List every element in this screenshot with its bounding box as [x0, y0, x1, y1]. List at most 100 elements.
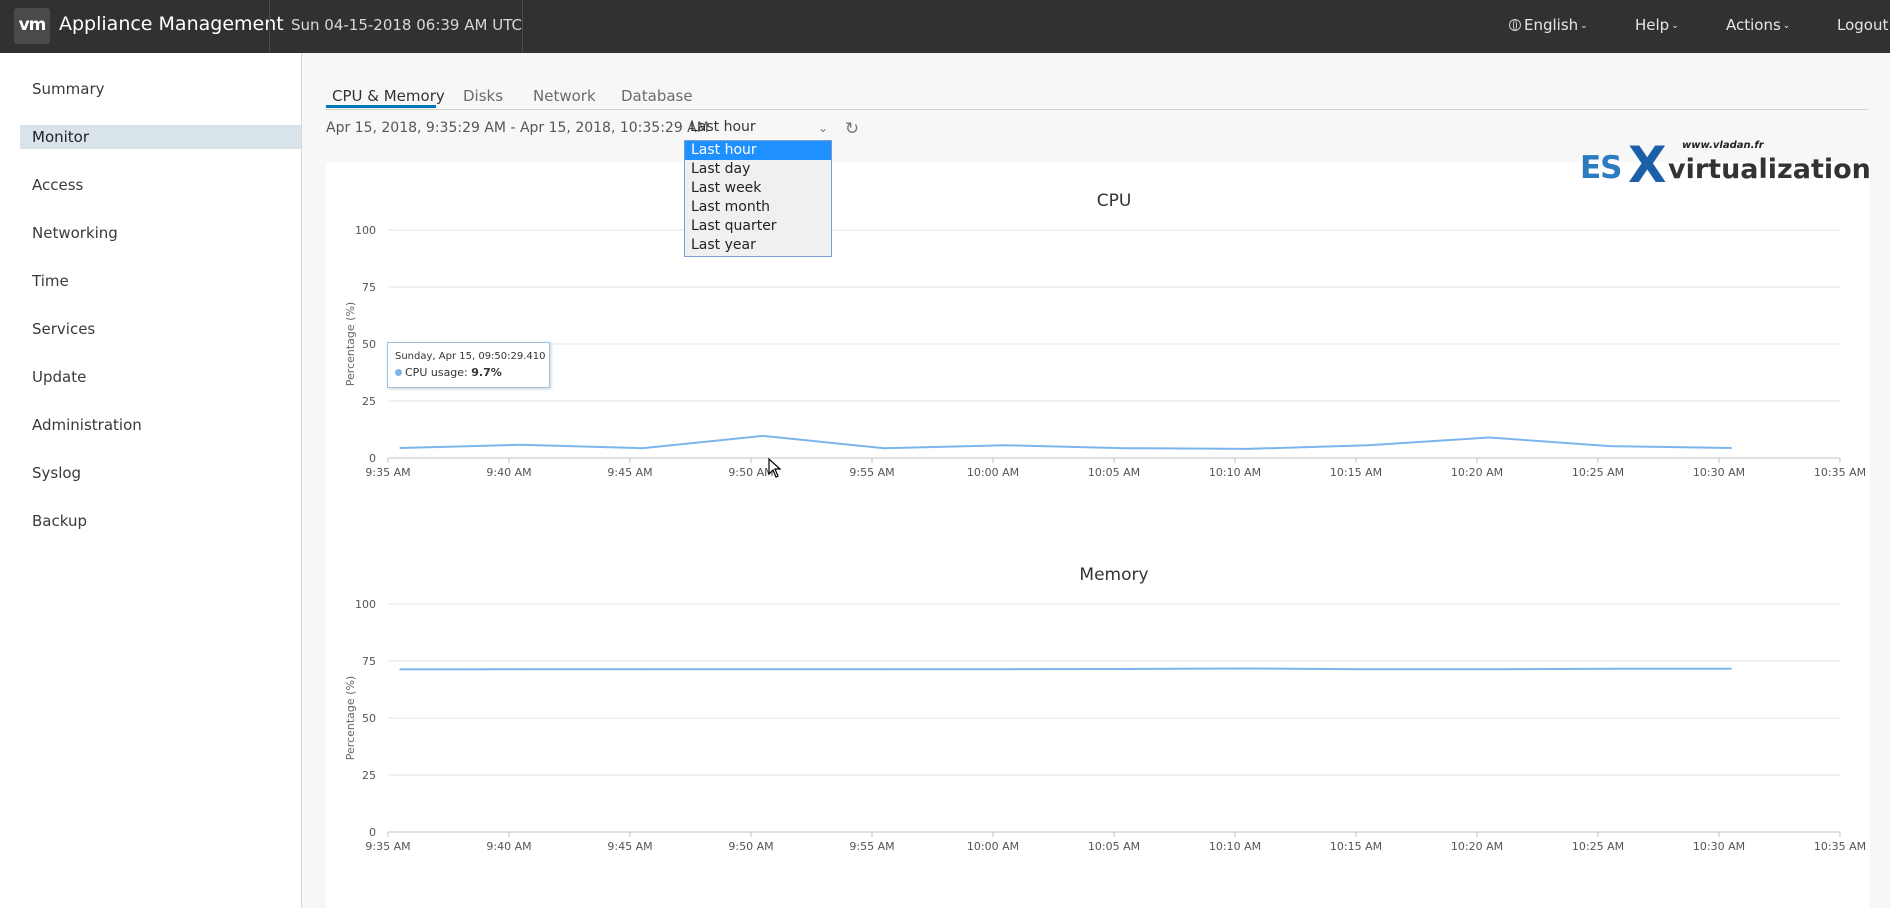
y-tick-label: 0: [369, 826, 376, 839]
tooltip-date: Sunday, Apr 15, 09:50:29.410: [395, 351, 546, 362]
sidebar-item-syslog[interactable]: Syslog: [20, 461, 301, 485]
series-line: [400, 434, 1732, 450]
data-point: [641, 447, 643, 449]
y-tick-label: 25: [362, 769, 376, 782]
y-tick-label: 0: [369, 452, 376, 465]
watermark-url: www.vladan.fr: [1682, 140, 1764, 151]
app-title: Appliance Management: [59, 13, 284, 35]
dropdown-option-last-quarter[interactable]: Last quarter: [685, 217, 831, 236]
y-tick-label: 75: [362, 281, 376, 294]
x-tick-label: 10:20 AM: [1451, 466, 1503, 479]
data-point: [883, 668, 885, 671]
memory-chart-card: Memory 0 25 50 75 100 Percentage (%) 9:35 AM 9:4…: [326, 536, 1870, 910]
sidebar-item-access[interactable]: Access: [20, 173, 301, 197]
x-tick-label: 9:35 AM: [365, 466, 410, 479]
data-point: [1125, 668, 1127, 670]
sidebar-item-administration[interactable]: Administration: [20, 413, 301, 437]
tab-cpu-memory[interactable]: CPU & Memory: [332, 87, 445, 105]
data-point: [1004, 444, 1006, 447]
tab-disks[interactable]: Disks: [463, 87, 503, 105]
tooltip-series-name: CPU usage:: [405, 366, 468, 379]
time-range-select[interactable]: Last hour ⌄: [690, 119, 832, 141]
dropdown-option-last-hour[interactable]: Last hour: [685, 141, 831, 160]
x-tick-label: 10:35 AM: [1814, 840, 1866, 853]
cpu-chart-card: CPU 0 25 50 75 100 Percentage (%) 9:35 AM 9:40 A…: [326, 162, 1870, 576]
data-point: [1125, 447, 1127, 449]
x-tick-label: 10:35 AM: [1814, 466, 1866, 479]
sidebar-item-update[interactable]: Update: [20, 365, 301, 389]
y-tick-label: 50: [362, 712, 376, 725]
chart-tooltip: Sunday, Apr 15, 09:50:29.410 CPU usage: …: [387, 342, 550, 388]
header-divider: [522, 0, 523, 53]
x-tick-label: 10:10 AM: [1209, 840, 1261, 853]
globe-icon: [1509, 19, 1521, 31]
chevron-down-icon: ⌄: [1782, 21, 1791, 31]
data-point: [399, 447, 401, 449]
x-tick-label: 10:15 AM: [1330, 840, 1382, 853]
dropdown-option-last-day[interactable]: Last day: [685, 160, 831, 179]
x-tick-label: 9:55 AM: [849, 840, 894, 853]
help-menu[interactable]: Help ⌄: [1635, 16, 1679, 34]
y-tick-label: 25: [362, 395, 376, 408]
x-tick-label: 9:40 AM: [486, 466, 531, 479]
sidebar-item-monitor[interactable]: Monitor: [20, 125, 301, 149]
data-point: [1367, 444, 1369, 447]
logout-link[interactable]: Logout: [1837, 16, 1888, 34]
x-tick-label: 9:35 AM: [365, 840, 410, 853]
data-point: [641, 668, 643, 671]
cpu-chart: CPU 0 25 50 75 100 Percentage (%) 9:35 AM 9:40 A…: [344, 191, 1866, 479]
sidebar-item-networking[interactable]: Networking: [20, 221, 301, 245]
sidebar-item-summary[interactable]: Summary: [20, 77, 301, 101]
x-tick-label: 10:05 AM: [1088, 466, 1140, 479]
chart-title: Memory: [1079, 565, 1148, 585]
tab-database[interactable]: Database: [621, 87, 693, 105]
data-point: [1730, 447, 1732, 449]
series-dot-icon: [395, 369, 402, 376]
sidebar: Summary Monitor Access Networking Time S…: [0, 53, 302, 908]
data-point: [1609, 445, 1611, 447]
help-label: Help: [1635, 16, 1670, 34]
data-point: [399, 668, 401, 671]
refresh-icon[interactable]: ↻: [843, 120, 861, 138]
time-range-text: Apr 15, 2018, 9:35:29 AM - Apr 15, 2018,…: [326, 120, 709, 136]
actions-menu[interactable]: Actions ⌄: [1726, 16, 1790, 34]
data-point: [1004, 668, 1006, 671]
x-tick-label: 10:00 AM: [967, 840, 1019, 853]
dropdown-option-last-year[interactable]: Last year: [685, 236, 831, 255]
watermark-virtualization: virtualization: [1668, 154, 1871, 185]
x-tick-label: 10:25 AM: [1572, 840, 1624, 853]
x-tick-label: 9:50 AM: [728, 840, 773, 853]
language-label: English: [1524, 16, 1579, 34]
data-point: [762, 668, 764, 671]
tooltip-series-line: CPU usage: 9.7%: [395, 366, 549, 379]
y-tick-label: 100: [355, 598, 376, 611]
series-line: [400, 667, 1732, 671]
top-bar: vm Appliance Management Sun 04-15-2018 0…: [0, 0, 1890, 53]
x-tick-label: 9:50 AM: [728, 466, 773, 479]
data-point: [1246, 448, 1248, 450]
sidebar-item-services[interactable]: Services: [20, 317, 301, 341]
header-datetime: Sun 04-15-2018 06:39 AM UTC: [291, 16, 522, 34]
dropdown-option-last-week[interactable]: Last week: [685, 179, 831, 198]
sidebar-item-time[interactable]: Time: [20, 269, 301, 293]
y-axis-label: Percentage (%): [344, 676, 357, 760]
chevron-down-icon: ⌄: [1671, 21, 1679, 31]
language-menu[interactable]: English ⌄: [1509, 16, 1588, 34]
mouse-cursor-icon: [768, 458, 782, 478]
x-tick-label: 10:30 AM: [1693, 840, 1745, 853]
tab-network[interactable]: Network: [533, 87, 596, 105]
active-tab-indicator: [326, 105, 436, 108]
data-point: [520, 443, 522, 446]
y-tick-label: 50: [362, 338, 376, 351]
y-tick-label: 100: [355, 224, 376, 237]
y-axis-label: Percentage (%): [344, 302, 357, 386]
y-tick-label: 75: [362, 655, 376, 668]
x-tick-label: 10:30 AM: [1693, 466, 1745, 479]
time-range-selected: Last hour: [690, 119, 756, 135]
esx-virtualization-watermark: www.vladan.fr ES X virtualization: [1580, 136, 1878, 190]
dropdown-option-last-month[interactable]: Last month: [685, 198, 831, 217]
x-tick-label: 10:25 AM: [1572, 466, 1624, 479]
sidebar-item-backup[interactable]: Backup: [20, 509, 301, 533]
watermark-es: ES: [1580, 150, 1623, 186]
x-tick-label: 9:40 AM: [486, 840, 531, 853]
